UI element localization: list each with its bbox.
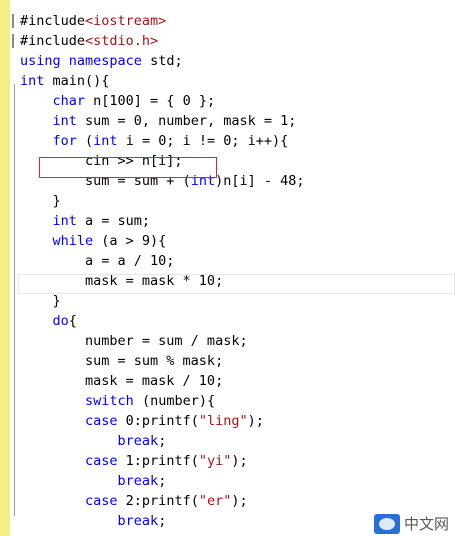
code-line[interactable]: sum = sum % mask; — [20, 351, 223, 371]
code-keyword: char — [52, 93, 86, 109]
code-line[interactable]: break; — [20, 471, 167, 491]
code-keyword: switch — [85, 393, 134, 409]
code-text: ; — [158, 473, 167, 489]
code-line[interactable]: using namespace std; — [20, 51, 183, 71]
code-line[interactable]: break; — [20, 511, 167, 531]
watermark: 中文网 — [373, 513, 449, 534]
code-text: ( — [76, 133, 94, 149]
code-line[interactable]: #include<iostream> — [20, 11, 166, 31]
code-text: ; — [158, 513, 167, 529]
code-text: { — [68, 313, 77, 329]
editor-gutter — [0, 0, 10, 536]
code-keyword: break — [117, 513, 159, 529]
code-keyword: int — [93, 133, 118, 149]
code-keyword: case — [85, 493, 118, 509]
change-marker — [12, 14, 14, 28]
code-text: n[100] = { 0 }; — [85, 93, 216, 109]
code-text: ); — [231, 493, 248, 509]
code-text: a = a / 10; — [20, 253, 175, 269]
code-text: (a > 9){ — [93, 233, 167, 249]
code-line[interactable]: case 0:printf("ling"); — [20, 411, 264, 431]
code-keyword: int — [52, 113, 77, 129]
code-line[interactable]: switch (number){ — [20, 391, 215, 411]
code-keyword: using — [20, 53, 61, 69]
code-keyword: while — [52, 233, 94, 249]
code-keyword: break — [117, 433, 159, 449]
code-line[interactable]: while (a > 9){ — [20, 231, 167, 251]
code-text: mask = mask / 10; — [20, 373, 224, 389]
code-line[interactable]: case 2:printf("er"); — [20, 491, 248, 511]
code-text: } — [20, 193, 61, 209]
code-text: 1:printf( — [117, 453, 199, 469]
code-line[interactable]: number = sum / mask; — [20, 331, 248, 351]
code-keyword: int — [20, 73, 45, 89]
code-line[interactable]: } — [20, 291, 61, 311]
change-marker — [12, 34, 14, 48]
code-text: 2:printf( — [117, 493, 199, 509]
code-string: "ling" — [198, 413, 248, 429]
code-line[interactable]: int sum = 0, number, mask = 1; — [20, 111, 297, 131]
watermark-text: 中文网 — [403, 516, 449, 533]
code-string: <iostream> — [85, 13, 167, 29]
code-text: ; — [158, 433, 167, 449]
code-string: <stdio.h> — [85, 33, 159, 49]
code-line[interactable]: } — [20, 191, 61, 211]
code-text: )n[i] - 48; — [215, 173, 305, 189]
code-string: "yi" — [198, 453, 232, 469]
code-text: #include — [20, 13, 86, 29]
code-text: main(){ — [44, 73, 110, 89]
code-keyword: case — [85, 413, 118, 429]
code-line[interactable]: case 1:printf("yi"); — [20, 451, 248, 471]
code-text: number = sum / mask; — [20, 333, 248, 349]
code-text: 0:printf( — [117, 413, 199, 429]
code-keyword: int — [52, 213, 77, 229]
code-text: (number){ — [133, 393, 216, 409]
code-line[interactable]: int main(){ — [20, 71, 109, 91]
fold-guide-line — [14, 84, 15, 516]
code-text: } — [20, 293, 61, 309]
code-text: i = 0; i != 0; i++){ — [117, 133, 289, 149]
code-text: ); — [231, 453, 248, 469]
code-line[interactable]: do{ — [20, 311, 77, 331]
code-text: sum = 0, number, mask = 1; — [76, 113, 297, 129]
code-line[interactable]: mask = mask / 10; — [20, 371, 223, 391]
code-line[interactable]: mask = mask * 10; — [20, 271, 223, 291]
code-text: ); — [247, 413, 264, 429]
code-text: mask = mask * 10; — [20, 273, 224, 289]
code-keyword: namespace — [68, 53, 142, 69]
code-text: #include — [20, 33, 86, 49]
code-line[interactable]: a = a / 10; — [20, 251, 174, 271]
php-logo-icon — [373, 513, 400, 534]
code-keyword: do — [52, 313, 69, 329]
code-text: a = sum; — [76, 213, 151, 229]
code-line[interactable]: break; — [20, 431, 167, 451]
code-keyword: for — [52, 133, 77, 149]
code-line[interactable]: for (int i = 0; i != 0; i++){ — [20, 131, 289, 151]
code-keyword: case — [85, 453, 118, 469]
code-line[interactable]: int a = sum; — [20, 211, 151, 231]
code-text: sum = sum % mask; — [20, 353, 224, 369]
code-text: std; — [141, 53, 183, 69]
code-string: "er" — [198, 493, 232, 509]
annotation-box — [39, 157, 217, 178]
code-keyword: break — [117, 473, 159, 489]
code-line[interactable]: #include<stdio.h> — [20, 31, 158, 51]
code-line[interactable]: char n[100] = { 0 }; — [20, 91, 216, 111]
